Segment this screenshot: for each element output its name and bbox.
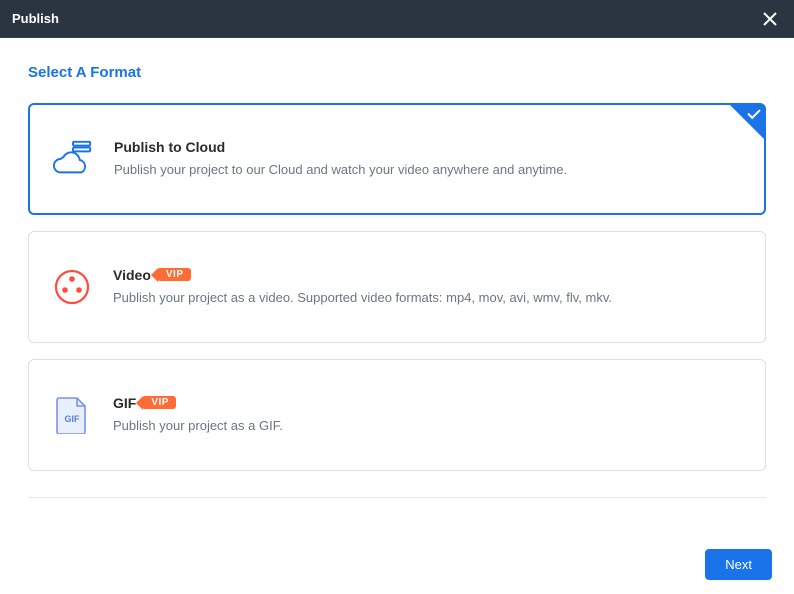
vip-badge: VIP	[157, 268, 191, 281]
close-icon[interactable]	[758, 7, 782, 31]
option-publish-cloud[interactable]: Publish to Cloud Publish your project to…	[28, 103, 766, 215]
option-gif[interactable]: GIF GIF VIP Publish your project as a GI…	[28, 359, 766, 471]
option-text: Publish to Cloud Publish your project to…	[114, 139, 740, 179]
cloud-icon	[52, 138, 94, 180]
window-title: Publish	[12, 11, 59, 26]
option-title: Video	[113, 267, 151, 283]
option-desc: Publish your project to our Cloud and wa…	[114, 161, 740, 179]
gif-file-icon: GIF	[51, 394, 93, 436]
option-desc: Publish your project as a video. Support…	[113, 289, 741, 307]
option-title: Publish to Cloud	[114, 139, 225, 155]
option-video[interactable]: Video VIP Publish your project as a vide…	[28, 231, 766, 343]
selected-check-icon	[730, 105, 764, 139]
page-heading: Select A Format	[28, 64, 766, 81]
option-text: GIF VIP Publish your project as a GIF.	[113, 395, 741, 435]
svg-text:GIF: GIF	[65, 414, 81, 424]
option-desc: Publish your project as a GIF.	[113, 417, 741, 435]
footer: Next	[0, 534, 794, 594]
divider	[28, 497, 766, 498]
vip-badge: VIP	[142, 396, 176, 409]
option-title: GIF	[113, 395, 136, 411]
next-button[interactable]: Next	[705, 549, 772, 580]
titlebar: Publish	[0, 0, 794, 38]
content-area: Select A Format Publish to Cloud Publish…	[0, 38, 794, 498]
option-text: Video VIP Publish your project as a vide…	[113, 267, 741, 307]
video-reel-icon	[51, 266, 93, 308]
